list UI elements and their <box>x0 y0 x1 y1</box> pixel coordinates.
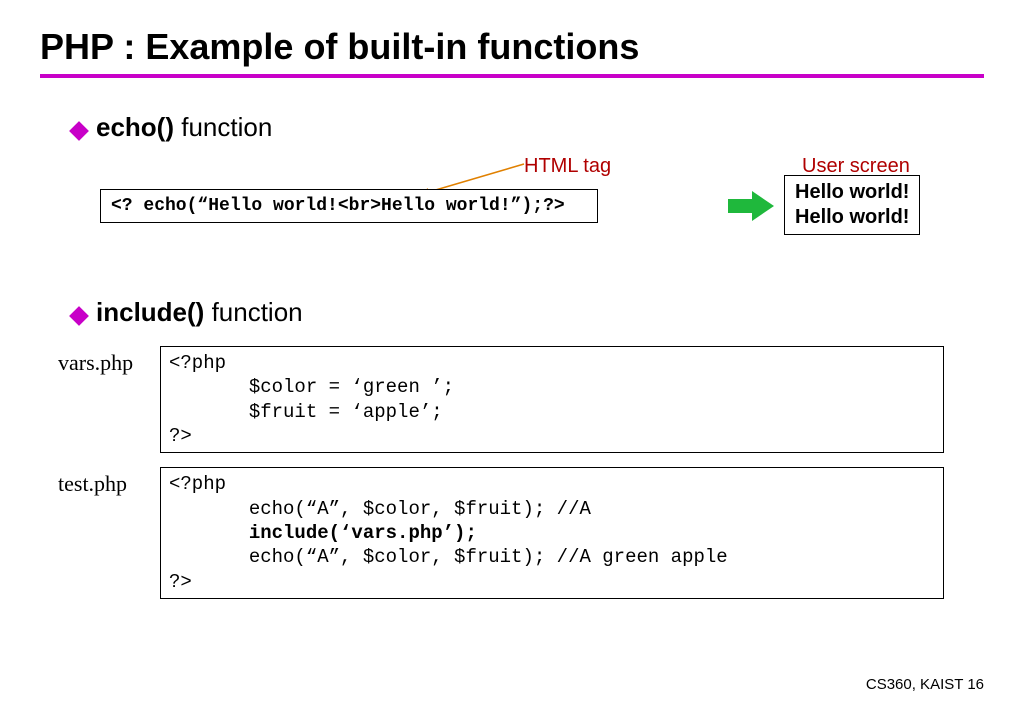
vars-file-label: vars.php <box>58 346 160 376</box>
output-box: Hello world! Hello world! <box>784 175 920 235</box>
bullet-echo: echo() function <box>72 112 984 143</box>
bullet-include-text: include() function <box>96 297 303 328</box>
vars-row: vars.php <?php $color = ‘green ’; $fruit… <box>58 346 984 453</box>
bullet-echo-bold: echo() <box>96 112 174 142</box>
code-line: <?php <box>169 351 935 375</box>
code-line: echo(“A”, $color, $fruit); //A green app… <box>169 545 935 569</box>
bullet-echo-rest: function <box>174 112 272 142</box>
bullet-echo-text: echo() function <box>96 112 272 143</box>
bullet-include: include() function <box>72 297 984 328</box>
code-line: <?php <box>169 472 935 496</box>
slide-title: PHP : Example of built-in functions <box>40 26 984 68</box>
echo-example-area: HTML tag User screen <? echo(“Hello worl… <box>100 161 984 241</box>
vars-code-box: <?php $color = ‘green ’; $fruit = ‘apple… <box>160 346 944 453</box>
footer-page: 16 <box>967 676 984 693</box>
code-line: echo(“A”, $color, $fruit); //A <box>169 497 935 521</box>
code-line: $color = ‘green ’; <box>169 375 935 399</box>
footer-course: CS360, KAIST <box>866 676 963 693</box>
test-file-label: test.php <box>58 467 160 497</box>
echo-code-box: <? echo(“Hello world!<br>Hello world!”);… <box>100 189 598 223</box>
test-code-box: <?php echo(“A”, $color, $fruit); //A inc… <box>160 467 944 599</box>
arrow-green-icon <box>728 189 776 223</box>
code-line: include(‘vars.php’); <box>169 521 935 545</box>
code-line: ?> <box>169 570 935 594</box>
title-underline <box>40 74 984 78</box>
code-line: ?> <box>169 424 935 448</box>
html-tag-label: HTML tag <box>524 155 611 178</box>
bullet-diamond-icon <box>69 121 89 141</box>
test-row: test.php <?php echo(“A”, $color, $fruit)… <box>58 467 984 599</box>
code-line: $fruit = ‘apple’; <box>169 400 935 424</box>
bullet-diamond-icon <box>69 306 89 326</box>
slide-footer: CS360, KAIST 16 <box>866 676 984 693</box>
bullet-include-rest: function <box>204 297 302 327</box>
include-example-area: vars.php <?php $color = ‘green ’; $fruit… <box>58 346 984 599</box>
output-line-1: Hello world! <box>795 180 909 205</box>
bullet-include-bold: include() <box>96 297 204 327</box>
output-line-2: Hello world! <box>795 205 909 230</box>
